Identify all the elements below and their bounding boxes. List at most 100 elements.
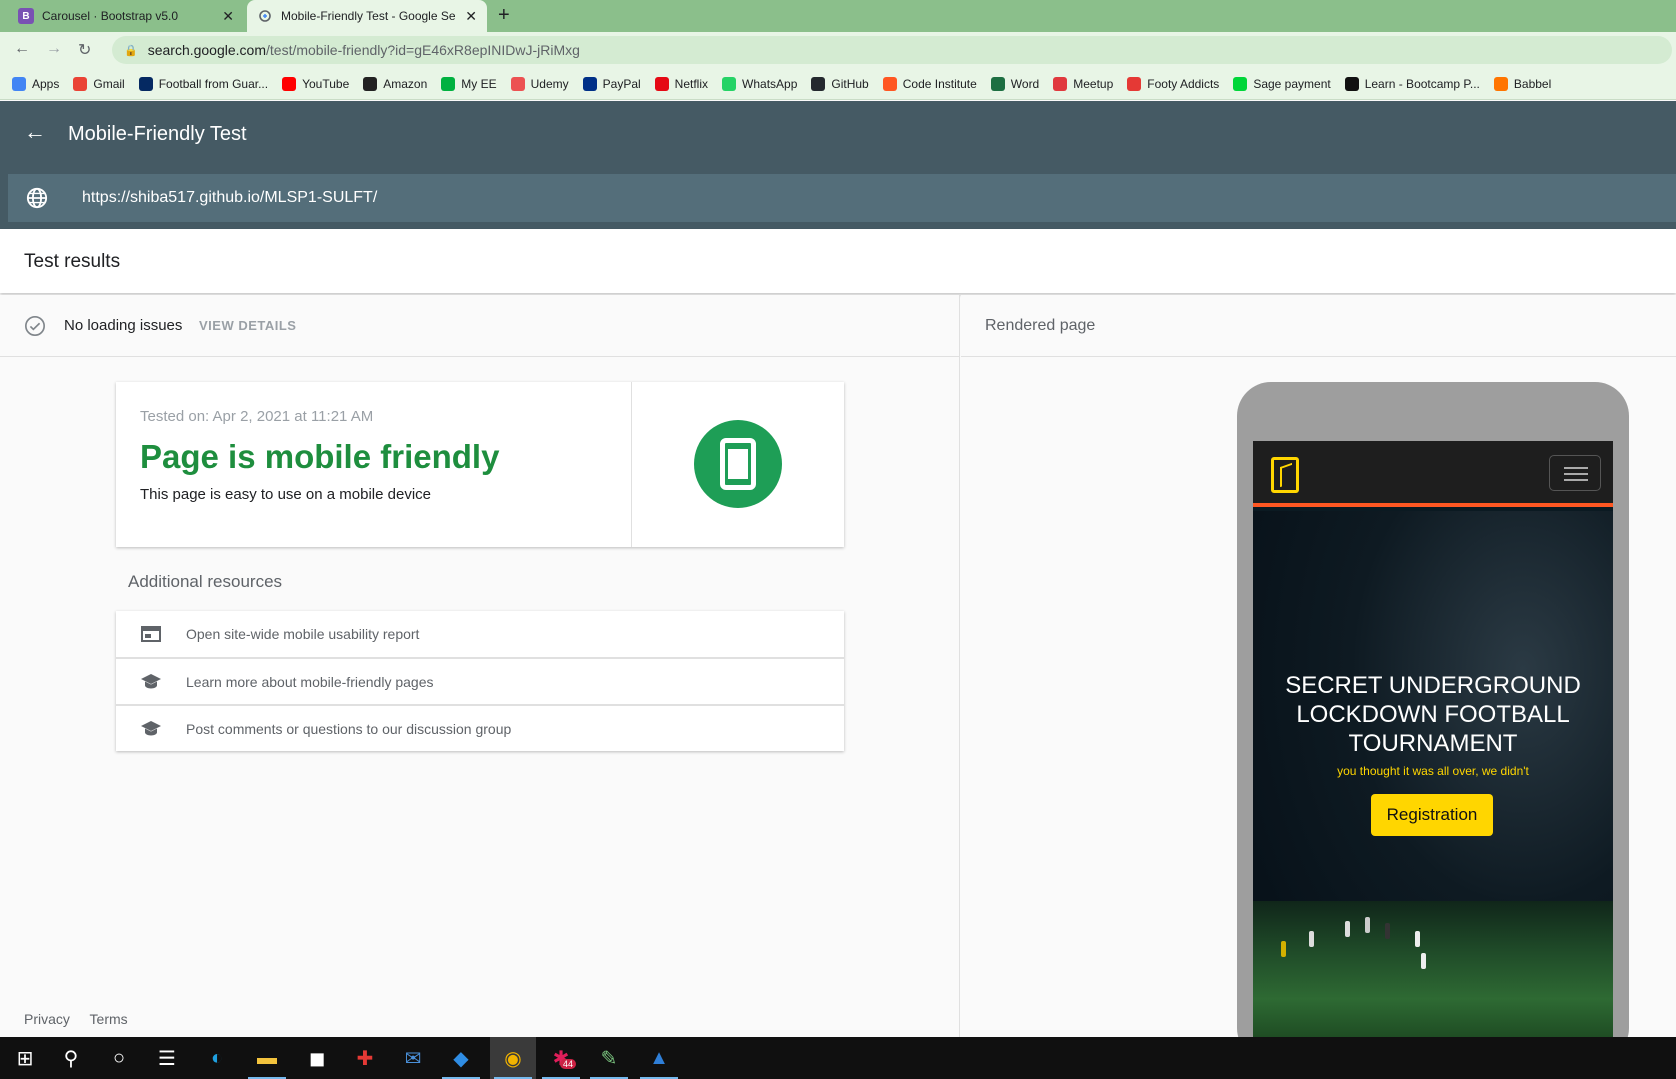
mail-icon[interactable]: ✉ (400, 1046, 426, 1070)
new-tab-button[interactable]: + (498, 4, 510, 27)
file-explorer-icon[interactable]: ▬ (254, 1046, 280, 1070)
paint-icon[interactable]: ✎ (596, 1046, 622, 1070)
bookmark-item[interactable]: Netflix (654, 76, 708, 91)
smartphone-icon (720, 438, 756, 490)
excel-icon (990, 76, 1005, 91)
app-header: ← Mobile-Friendly Test https://shiba517.… (0, 101, 1676, 229)
bookmark-label: Code Institute (902, 76, 977, 91)
bookmark-label: Learn - Bootcamp P... (1364, 76, 1480, 91)
bookmark-label: Football from Guar... (158, 76, 269, 91)
report-icon (140, 623, 162, 645)
chrome-icon[interactable]: ◉ (500, 1046, 526, 1070)
bookmark-item[interactable]: My EE (441, 76, 497, 91)
bookmark-item[interactable]: Gmail (73, 76, 125, 91)
hero-image: SECRET UNDERGROUND LOCKDOWN FOOTBALL TOU… (1253, 511, 1613, 1041)
player-figure (1365, 917, 1370, 933)
phone-screen: SECRET UNDERGROUND LOCKDOWN FOOTBALL TOU… (1253, 441, 1613, 1041)
bookmark-item[interactable]: GitHub (811, 76, 869, 91)
bookmark-item[interactable]: Footy Addicts (1127, 76, 1220, 91)
tested-url-bar[interactable]: https://shiba517.github.io/MLSP1-SULFT/ (8, 174, 1676, 222)
paypal-icon (582, 76, 597, 91)
school-icon (140, 718, 162, 740)
windows-start-icon[interactable]: ⊞ (12, 1046, 38, 1070)
amazon-icon (363, 76, 378, 91)
bookmark-item[interactable]: Babbel (1493, 76, 1551, 91)
back-arrow-icon[interactable]: ← (24, 119, 46, 145)
results-pane: No loading issues VIEW DETAILS Tested on… (0, 295, 960, 1037)
player-figure (1385, 923, 1390, 939)
lock-icon: 🔒 (124, 44, 138, 57)
bookmark-label: Udemy (530, 76, 569, 91)
resources-list: Open site-wide mobile usability report L… (116, 611, 844, 751)
close-tab-icon[interactable]: ✕ (465, 8, 477, 25)
browser-toolbar: ← → ↻ 🔒 search.google.com/test/mobile-fr… (0, 32, 1676, 68)
view-details-button[interactable]: VIEW DETAILS (199, 318, 296, 333)
bookmark-item[interactable]: Football from Guar... (138, 76, 269, 91)
gmail-icon (73, 76, 88, 91)
forward-arrow-icon[interactable]: → (46, 40, 62, 58)
privacy-link[interactable]: Privacy (24, 1011, 70, 1027)
ee-icon (441, 76, 456, 91)
registration-button: Registration (1371, 794, 1493, 836)
tab-mobile-friendly-test[interactable]: Mobile-Friendly Test - Google Se ✕ (247, 0, 487, 32)
bookmark-label: YouTube (302, 76, 350, 91)
bookmark-item[interactable]: Sage payment (1233, 76, 1331, 91)
bookmark-label: GitHub (831, 76, 869, 91)
udemy-icon (510, 76, 525, 91)
close-tab-icon[interactable]: ✕ (222, 8, 234, 25)
bookmark-label: Gmail (93, 76, 125, 91)
code-institute-icon (882, 76, 897, 91)
gift-icon[interactable]: ✚ (352, 1046, 378, 1070)
hero-title: SECRET UNDERGROUND LOCKDOWN FOOTBALL TOU… (1285, 672, 1581, 757)
bookmark-item[interactable]: Apps (12, 76, 59, 91)
edge-icon[interactable]: ◐ (204, 1046, 230, 1070)
resource-item-learn-more[interactable]: Learn more about mobile-friendly pages (116, 658, 844, 705)
bookmark-item[interactable]: Code Institute (882, 76, 977, 91)
bookmark-item[interactable]: WhatsApp (722, 76, 797, 91)
hero-subtitle: you thought it was all over, we didn't (1337, 764, 1529, 778)
netflix-icon (654, 76, 669, 91)
player-figure (1415, 931, 1420, 947)
bookmark-item[interactable]: Meetup (1053, 76, 1113, 91)
back-arrow-icon[interactable]: ← (14, 40, 30, 58)
tab-title: Mobile-Friendly Test - Google Se (281, 9, 456, 23)
results-title: Test results (24, 251, 121, 272)
card-divider (631, 382, 632, 547)
result-headline: Page is mobile friendly (140, 438, 500, 475)
tested-url: https://shiba517.github.io/MLSP1-SULFT/ (82, 189, 378, 206)
bootcamp-icon (1344, 76, 1359, 91)
loading-status-text: No loading issues (64, 317, 183, 334)
rendered-page-title: Rendered page (985, 317, 1096, 334)
task-view-icon[interactable]: ☰ (154, 1046, 180, 1070)
resource-item-discussion-group[interactable]: Post comments or questions to our discus… (116, 705, 844, 752)
bookmark-item[interactable]: Word (990, 76, 1039, 91)
result-subtext: This page is easy to use on a mobile dev… (140, 486, 431, 503)
bookmark-item[interactable]: Amazon (363, 76, 428, 91)
bookmarks-bar: Apps Gmail Football from Guar... YouTube Ama… (0, 68, 1676, 100)
resource-item-usability-report[interactable]: Open site-wide mobile usability report (116, 611, 844, 658)
store-icon[interactable]: ◼ (304, 1046, 330, 1070)
vscode-icon[interactable]: ◆ (448, 1046, 474, 1070)
whatsapp-icon (722, 76, 737, 91)
windows-taskbar: ⊞ ⚲ ○ ☰ ◐ ▬ ◼ ✚ ✉ ◆ ◉ ✱ ✎ ▲ 44 (0, 1037, 1676, 1079)
bookmark-item[interactable]: Udemy (510, 76, 569, 91)
bookmark-label: Sage payment (1253, 76, 1331, 91)
site-logo-icon (1271, 457, 1299, 493)
globe-icon (26, 187, 48, 209)
terms-link[interactable]: Terms (90, 1011, 128, 1027)
bookmark-label: Footy Addicts (1147, 76, 1220, 91)
address-bar[interactable]: 🔒 search.google.com/test/mobile-friendly… (112, 36, 1672, 64)
bookmark-item[interactable]: YouTube (282, 76, 350, 91)
search-icon[interactable]: ⚲ (58, 1046, 84, 1070)
footy-addicts-icon (1127, 76, 1142, 91)
tab-title: Carousel · Bootstrap v5.0 (42, 9, 179, 23)
tab-carousel[interactable]: B Carousel · Bootstrap v5.0 ✕ (8, 0, 244, 32)
bookmark-item[interactable]: Learn - Bootcamp P... (1344, 76, 1480, 91)
bookmark-item[interactable]: PayPal (582, 76, 641, 91)
bookmark-label: Amazon (383, 76, 428, 91)
cortana-icon[interactable]: ○ (106, 1046, 132, 1070)
reload-icon[interactable]: ↻ (78, 40, 91, 60)
player-figure (1309, 931, 1314, 947)
photos-icon[interactable]: ▲ (646, 1046, 672, 1070)
slack-badge: 44 (560, 1059, 577, 1069)
